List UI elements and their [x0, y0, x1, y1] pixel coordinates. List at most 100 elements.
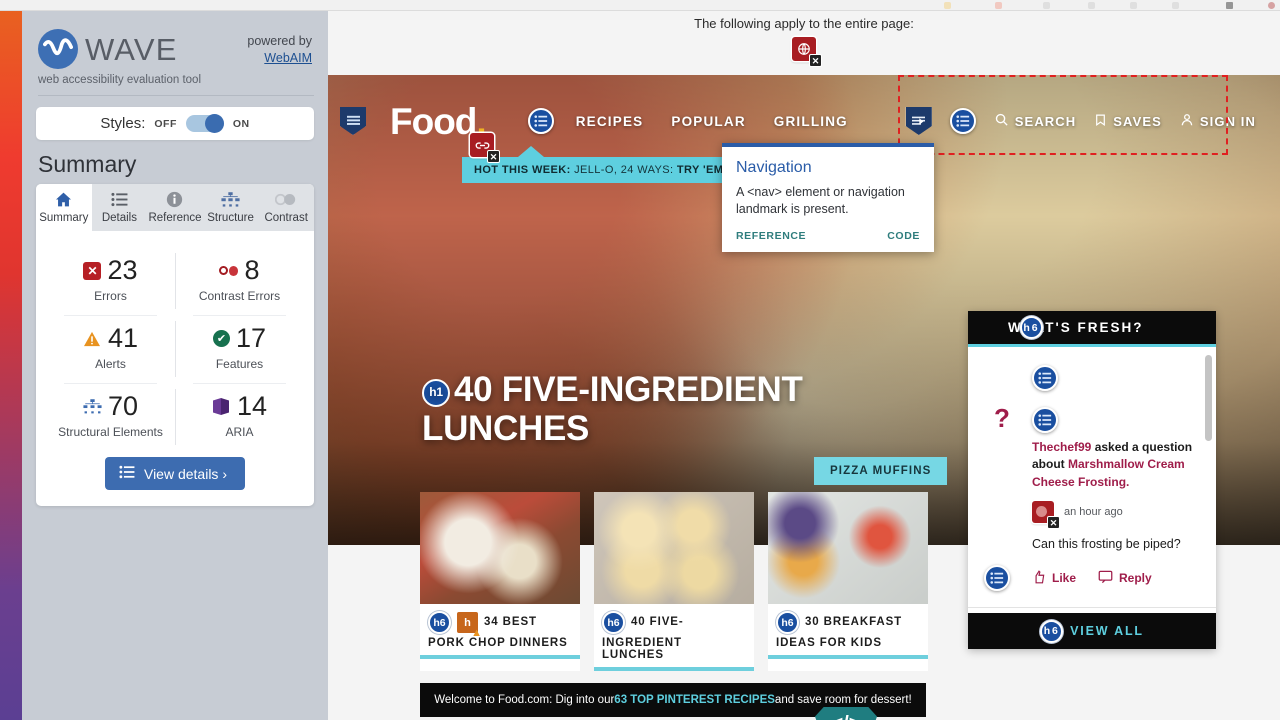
tab-details[interactable]: Details: [92, 184, 148, 231]
wave-structure-badge[interactable]: [340, 107, 366, 135]
welcome-highlight-link[interactable]: 63 TOP PINTEREST RECIPES: [614, 694, 775, 706]
wave-h6-badge[interactable]: h6: [1020, 316, 1043, 339]
wave-list-icon[interactable]: [950, 108, 976, 134]
wave-h6-badge[interactable]: h6: [428, 611, 451, 634]
tooltip-code-link[interactable]: CODE: [887, 230, 920, 242]
stat-structural-value: 70: [108, 393, 138, 420]
chrome-dot: [1088, 2, 1095, 9]
signin-button[interactable]: SIGN IN: [1180, 112, 1256, 131]
styles-off-label: OFF: [154, 118, 177, 130]
marker-close-icon[interactable]: ✕: [487, 150, 500, 163]
wave-nav-landmark-badge[interactable]: [906, 107, 932, 135]
view-all-bar[interactable]: h6 VIEW ALL: [968, 613, 1216, 649]
user-icon: [1180, 112, 1194, 131]
recipe-thumbnail: [594, 492, 754, 604]
recipe-card[interactable]: h6 40 FIVE- INGREDIENT LUNCHES: [594, 492, 754, 671]
recipe-title-bottom: INGREDIENT LUNCHES: [594, 634, 754, 661]
page-note-marker: ✕: [792, 37, 816, 61]
list-icon: [92, 190, 148, 209]
recipe-card[interactable]: h6 30 BREAKFAST IDEAS FOR KIDS: [768, 492, 928, 671]
recipe-card[interactable]: h6 h▲ 34 BEST PORK CHOP DINNERS: [420, 492, 580, 671]
marker-close-icon[interactable]: ✕: [809, 54, 822, 67]
wave-h6-badge[interactable]: h6: [1040, 620, 1063, 643]
saves-button[interactable]: SAVES: [1094, 112, 1162, 131]
tab-summary[interactable]: Summary: [36, 184, 92, 231]
tab-contrast[interactable]: Contrast: [258, 184, 314, 231]
powered-by: powered by WebAIM: [247, 29, 312, 67]
view-details-button[interactable]: View details ›: [105, 457, 245, 490]
broken-image-marker[interactable]: ✕: [1032, 501, 1054, 523]
web-page-viewport: The following apply to the entire page: …: [328, 11, 1280, 720]
stat-features[interactable]: ✔ 17 Features: [175, 315, 304, 383]
stat-alerts[interactable]: 41 Alerts: [46, 315, 175, 383]
bookmark-icon: [1094, 112, 1107, 131]
browser-chrome-strip: [0, 0, 1280, 11]
wave-tabs: Summary Details Reference: [36, 184, 314, 231]
reply-button[interactable]: Reply: [1098, 570, 1152, 587]
like-button[interactable]: Like: [1032, 570, 1076, 587]
stat-row: 70 Structural Elements 1: [46, 383, 304, 451]
question-timestamp: an hour ago: [1064, 506, 1123, 518]
recipe-title-bottom: PORK CHOP DINNERS: [420, 634, 580, 649]
nav-actions: SEARCH SAVES SIGN IN: [906, 107, 1256, 135]
tooltip-links: REFERENCE CODE: [736, 230, 920, 242]
recipe-card-accent-bar: [420, 655, 580, 659]
nav-link-recipes[interactable]: RECIPES: [576, 114, 644, 129]
whats-fresh-panel: h6 WHAT'S FRESH? ? Thechef99 asked a qu: [968, 311, 1216, 649]
wave-h6-badge[interactable]: h6: [602, 611, 625, 634]
stat-contrast-errors[interactable]: 8 Contrast Errors: [175, 247, 304, 315]
wave-h1-badge[interactable]: h1: [422, 379, 450, 407]
stat-alerts-label: Alerts: [46, 357, 175, 371]
nav-link-popular[interactable]: POPULAR: [671, 114, 745, 129]
marker-close-icon[interactable]: ✕: [1047, 516, 1060, 529]
whats-fresh-body: ? Thechef99 asked a question about Marsh…: [968, 347, 1216, 613]
stat-structural-elements[interactable]: 70 Structural Elements: [46, 383, 175, 451]
comment-icon: [1098, 570, 1113, 587]
webaim-link[interactable]: WebAIM: [264, 51, 312, 65]
wave-h6-badge[interactable]: h6: [776, 611, 799, 634]
stat-row: ✕ 23 Errors 8 Contrast Errors: [46, 247, 304, 315]
styles-label: Styles:: [100, 115, 145, 132]
globe-error-icon[interactable]: ✕: [792, 37, 816, 61]
wave-list-icon[interactable]: [984, 565, 1010, 591]
stat-errors-value: 23: [107, 257, 137, 284]
tab-details-label: Details: [92, 212, 148, 224]
stat-aria-value: 14: [237, 393, 267, 420]
tooltip-reference-link[interactable]: REFERENCE: [736, 230, 806, 242]
nav-link-grilling[interactable]: GRILLING: [774, 114, 848, 129]
summary-card: Summary Details Reference: [36, 184, 314, 506]
wave-header: WAVE powered by WebAIM: [36, 23, 314, 69]
recipe-card-accent-bar: [768, 655, 928, 659]
search-button[interactable]: SEARCH: [994, 112, 1077, 130]
wave-link-error-marker[interactable]: ✕: [470, 133, 494, 157]
hero-category-pill[interactable]: PIZZA MUFFINS: [814, 457, 947, 485]
styles-on-label: ON: [233, 118, 250, 130]
wave-list-icon[interactable]: [1032, 407, 1058, 433]
list-icon: [119, 465, 135, 482]
desktop-accent-strip: [0, 0, 22, 720]
stat-aria[interactable]: 14 ARIA: [175, 383, 304, 451]
wave-list-icon[interactable]: [1032, 365, 1058, 391]
panel-scrollbar[interactable]: [1205, 355, 1212, 441]
tab-structure[interactable]: Structure: [203, 184, 259, 231]
stat-contrast-label: Contrast Errors: [175, 289, 304, 303]
stat-features-label: Features: [175, 357, 304, 371]
welcome-before: Welcome to Food.com: Dig into our: [434, 694, 614, 706]
stat-errors[interactable]: ✕ 23 Errors: [46, 247, 175, 315]
stat-alerts-value: 41: [108, 325, 138, 352]
question-author[interactable]: Thechef99: [1032, 440, 1091, 454]
hot-this-week-banner[interactable]: HOT THIS WEEK: JELL-O, 24 WAYS: TRY 'EM …: [462, 157, 761, 183]
fresh-next-item-row: ☆: [984, 608, 1200, 613]
question-mark-icon: ?: [994, 403, 1010, 434]
summary-heading: Summary: [38, 151, 314, 178]
tab-reference[interactable]: Reference: [147, 184, 203, 231]
styles-toggle[interactable]: [186, 115, 224, 132]
reply-label: Reply: [1119, 571, 1152, 585]
summary-stats: ✕ 23 Errors 8 Contrast Errors: [36, 231, 314, 451]
view-all-label: VIEW ALL: [1070, 624, 1144, 638]
contrast-icon: [219, 261, 238, 280]
wave-code-badge[interactable]: </>: [815, 707, 877, 720]
wave-list-icon[interactable]: [528, 108, 554, 134]
wave-alert-heading-badge[interactable]: h▲: [457, 612, 478, 633]
chrome-dot: [944, 2, 951, 9]
